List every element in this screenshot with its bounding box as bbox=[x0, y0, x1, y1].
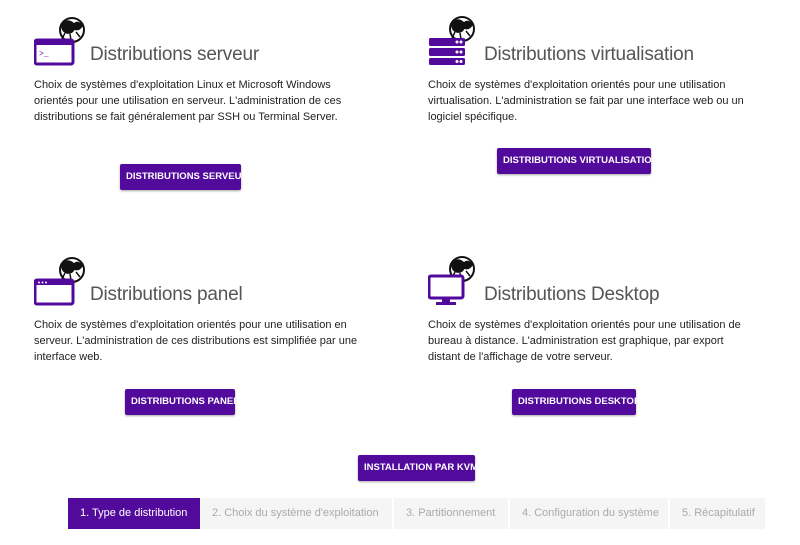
card-header: Distributions virtualisation bbox=[428, 16, 758, 66]
card-title: Distributions serveur bbox=[90, 44, 259, 65]
monitor-with-gnu-icon bbox=[427, 256, 486, 306]
svg-text:>_: >_ bbox=[39, 50, 49, 59]
card-title: Distributions Desktop bbox=[484, 284, 660, 305]
server-rack-with-gnu-icon bbox=[428, 16, 486, 66]
step-recapitulatif[interactable]: 5. Récapitulatif bbox=[668, 498, 765, 529]
step-choix-systeme[interactable]: 2. Choix du système d'exploitation bbox=[200, 498, 392, 529]
card-title: Distributions virtualisation bbox=[484, 44, 694, 65]
card-distributions-panel: Distributions panel Choix de systèmes d'… bbox=[33, 256, 364, 365]
step-configuration-systeme[interactable]: 4. Configuration du système bbox=[508, 498, 668, 529]
browser-window-with-gnu-icon bbox=[33, 256, 92, 306]
card-header: Distributions panel bbox=[33, 256, 364, 306]
distributions-desktop-button[interactable]: DISTRIBUTIONS DESKTOP bbox=[512, 389, 640, 415]
card-description: Choix de systèmes d'exploitation Linux e… bbox=[34, 79, 342, 123]
distributions-virtualisation-button[interactable]: DISTRIBUTIONS VIRTUALISATION bbox=[497, 148, 659, 174]
card-distributions-desktop: Distributions Desktop Choix de systèmes … bbox=[427, 256, 758, 365]
step-type-distribution[interactable]: 1. Type de distribution bbox=[68, 498, 200, 529]
steps-progress-bar: 1. Type de distribution 2. Choix du syst… bbox=[68, 498, 765, 529]
card-header: >_ Distributions serveur bbox=[33, 16, 364, 66]
distributions-serveur-button[interactable]: DISTRIBUTIONS SERVEUR bbox=[120, 164, 248, 190]
card-distributions-serveur: >_ Distributions serveur Choix de systèm… bbox=[33, 16, 364, 125]
card-description: Choix de systèmes d'exploitation orienté… bbox=[34, 319, 358, 363]
step-partitionnement[interactable]: 3. Partitionnement bbox=[392, 498, 508, 529]
card-description: Choix de systèmes d'exploitation orienté… bbox=[428, 319, 741, 363]
card-distributions-virtualisation: Distributions virtualisation Choix de sy… bbox=[428, 16, 758, 125]
card-title: Distributions panel bbox=[90, 284, 243, 305]
distributions-panel-button[interactable]: DISTRIBUTIONS PANEL bbox=[125, 389, 239, 415]
terminal-window-with-gnu-icon: >_ bbox=[33, 16, 92, 66]
card-description: Choix de systèmes d'exploitation orienté… bbox=[428, 79, 744, 123]
card-header: Distributions Desktop bbox=[427, 256, 758, 306]
installation-kvm-button[interactable]: INSTALLATION PAR KVM bbox=[358, 455, 478, 481]
